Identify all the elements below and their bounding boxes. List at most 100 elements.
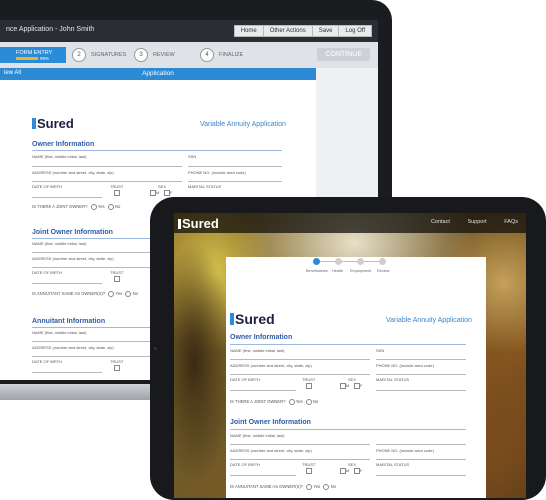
annuitant-section-heading: Annuitant Information xyxy=(32,318,106,325)
section-divider xyxy=(230,344,466,345)
tablet-annuitant-yes-radio[interactable] xyxy=(306,484,313,490)
continue-button[interactable]: CONTINUE xyxy=(317,48,370,61)
tablet-joint-trust-checkbox[interactable] xyxy=(306,468,312,474)
owner-address-field[interactable] xyxy=(32,181,182,182)
joint-owner-section-heading: Joint Owner Information xyxy=(32,229,113,236)
owner-trust-checkbox[interactable] xyxy=(114,190,120,196)
tablet-owner-address-label: ADDRESS (number and street, city, state,… xyxy=(230,363,312,368)
step-signatures-label: SIGNATURES xyxy=(91,52,127,58)
owner-dob-label: DATE OF BIRTH xyxy=(32,184,63,189)
save-button[interactable]: Save xyxy=(311,25,339,37)
tablet-joint-ssn-field[interactable] xyxy=(376,444,466,445)
annuitant-no-radio[interactable] xyxy=(125,291,132,297)
annuitant-dob-label: DATE OF BIRTH xyxy=(32,359,63,364)
tablet-joint-dob-field[interactable] xyxy=(230,475,296,476)
progress-label-health: Health xyxy=(332,269,343,273)
annuitant-trust-checkbox[interactable] xyxy=(114,365,120,371)
step-finalize-label: FINALIZE xyxy=(219,52,244,58)
tablet-brand-logo: Sured xyxy=(178,216,219,231)
tablet-nav-links: Contact Support FAQs xyxy=(415,219,518,225)
joint-address-label: ADDRESS (number and street, city, state,… xyxy=(32,256,114,261)
joint-owner-no-radio[interactable] xyxy=(107,204,114,210)
tablet-joint-address-field[interactable] xyxy=(230,459,370,460)
annuitant-trust-label: TRUST xyxy=(110,359,124,364)
progress-dot-employment[interactable] xyxy=(357,258,364,265)
step-number-icon: 4 xyxy=(200,48,214,62)
tablet-form-logo: Sured xyxy=(230,311,275,327)
progress-dot-review[interactable] xyxy=(379,258,386,265)
form-entry-progress-fill xyxy=(16,57,38,60)
tablet-joint-address-label: ADDRESS (number and street, city, state,… xyxy=(230,448,312,453)
step-finalize[interactable]: 4 FINALIZE xyxy=(200,47,243,63)
step-form-entry[interactable]: FORM ENTRY 99% xyxy=(0,47,66,63)
owner-phone-label: PHONE NO. (include area code) xyxy=(188,170,246,175)
tablet-screen: Sured Contact Support FAQs Beneficiaries… xyxy=(174,213,526,498)
tablet-device: Sured Contact Support FAQs Beneficiaries… xyxy=(150,197,546,500)
tablet-joint-marital-field[interactable] xyxy=(376,475,466,476)
tablet-annuitant-question-label: IS ANNUITANT SAME AS OWNER(S)? xyxy=(230,484,304,490)
progress-dot-health[interactable] xyxy=(335,258,342,265)
tablet-annuitant-yes-label: Yes xyxy=(313,484,321,490)
home-button[interactable]: Home xyxy=(233,25,263,37)
tablet-joint-name-field[interactable] xyxy=(230,444,370,445)
step-number-icon: 2 xyxy=(72,48,86,62)
step-form-entry-percent: 99% xyxy=(40,55,50,61)
progress-dot-beneficiaries[interactable] xyxy=(313,258,320,265)
joint-dob-field[interactable] xyxy=(32,283,102,284)
tablet-owner-dob-field[interactable] xyxy=(230,390,296,391)
tablet-owner-sex-label: SEX xyxy=(348,377,357,382)
joint-owner-yes-radio[interactable] xyxy=(90,204,97,210)
owner-marital-label: MARITAL STATUS xyxy=(188,184,222,189)
tablet-owner-phone-label: PHONE NO. (include area code) xyxy=(376,363,434,368)
step-number-icon: 3 xyxy=(134,48,148,62)
owner-dob-field[interactable] xyxy=(32,197,102,198)
owner-phone-field[interactable] xyxy=(188,181,282,182)
owner-sex-label: SEX xyxy=(158,184,167,189)
step-review[interactable]: 3 REVIEW xyxy=(134,47,175,63)
step-signatures[interactable]: 2 SIGNATURES xyxy=(72,47,126,63)
joint-name-label: NAME (first, middle initial, last) xyxy=(32,241,87,246)
tablet-form-logo-text: Sured xyxy=(235,311,275,327)
section-divider xyxy=(32,150,282,151)
owner-name-field[interactable] xyxy=(32,166,182,167)
tablet-owner-trust-checkbox[interactable] xyxy=(306,383,312,389)
owner-address-label: ADDRESS (number and street, city, state,… xyxy=(32,170,114,175)
owner-ssn-field[interactable] xyxy=(188,166,282,167)
joint-dob-label: DATE OF BIRTH xyxy=(32,270,63,275)
progress-label-beneficiaries: Beneficiaries xyxy=(306,269,328,273)
tablet-joint-marital-label: MARITAL STATUS xyxy=(376,462,410,467)
tablet-joint-yes-radio[interactable] xyxy=(288,399,295,405)
tablet-owner-ssn-field[interactable] xyxy=(376,359,466,360)
logo-mark-icon xyxy=(32,118,36,129)
section-divider xyxy=(230,429,466,430)
tablet-owner-marital-field[interactable] xyxy=(376,390,466,391)
progress-track xyxy=(316,261,386,262)
tablet-owner-name-field[interactable] xyxy=(230,359,370,360)
tablet-joint-dob-label: DATE OF BIRTH xyxy=(230,462,261,467)
tablet-owner-section-heading: Owner Information xyxy=(230,334,293,341)
joint-owner-question-label: IS THERE A JOINT OWNER? xyxy=(32,204,88,210)
owner-ssn-label: SSN xyxy=(188,154,197,159)
contact-link[interactable]: Contact xyxy=(431,219,450,225)
annuitant-dob-field[interactable] xyxy=(32,372,102,373)
tablet-owner-phone-field[interactable] xyxy=(376,374,466,375)
tablet-joint-question-label: IS THERE A JOINT OWNER? xyxy=(230,399,286,405)
tablet-owner-name-label: NAME (first, middle initial, last) xyxy=(230,348,285,353)
tablet-joint-phone-field[interactable] xyxy=(376,459,466,460)
tablet-joint-question: IS THERE A JOINT OWNER? Yes No xyxy=(230,399,318,405)
support-link[interactable]: Support xyxy=(467,219,486,225)
other-actions-button[interactable]: Other Actions xyxy=(262,25,312,37)
tablet-nav-bar: Sured Contact Support FAQs xyxy=(174,213,526,233)
faqs-link[interactable]: FAQs xyxy=(504,219,518,225)
tablet-progress-stepper: Beneficiaries Health Employment Review xyxy=(226,257,486,281)
tablet-joint-no-radio[interactable] xyxy=(305,399,312,405)
tablet-owner-address-field[interactable] xyxy=(230,374,370,375)
logo-text: Sured xyxy=(37,116,74,131)
joint-trust-checkbox[interactable] xyxy=(114,276,120,282)
tablet-annuitant-no-radio[interactable] xyxy=(323,484,330,490)
annuitant-yes-radio[interactable] xyxy=(108,291,115,297)
annuitant-question: IS ANNUITANT SAME AS OWNER(S)? Yes No xyxy=(32,291,138,297)
tablet-owner-dob-label: DATE OF BIRTH xyxy=(230,377,261,382)
log-off-button[interactable]: Log Off xyxy=(338,25,372,37)
tablet-joint-sex-m-label: M xyxy=(346,468,350,473)
